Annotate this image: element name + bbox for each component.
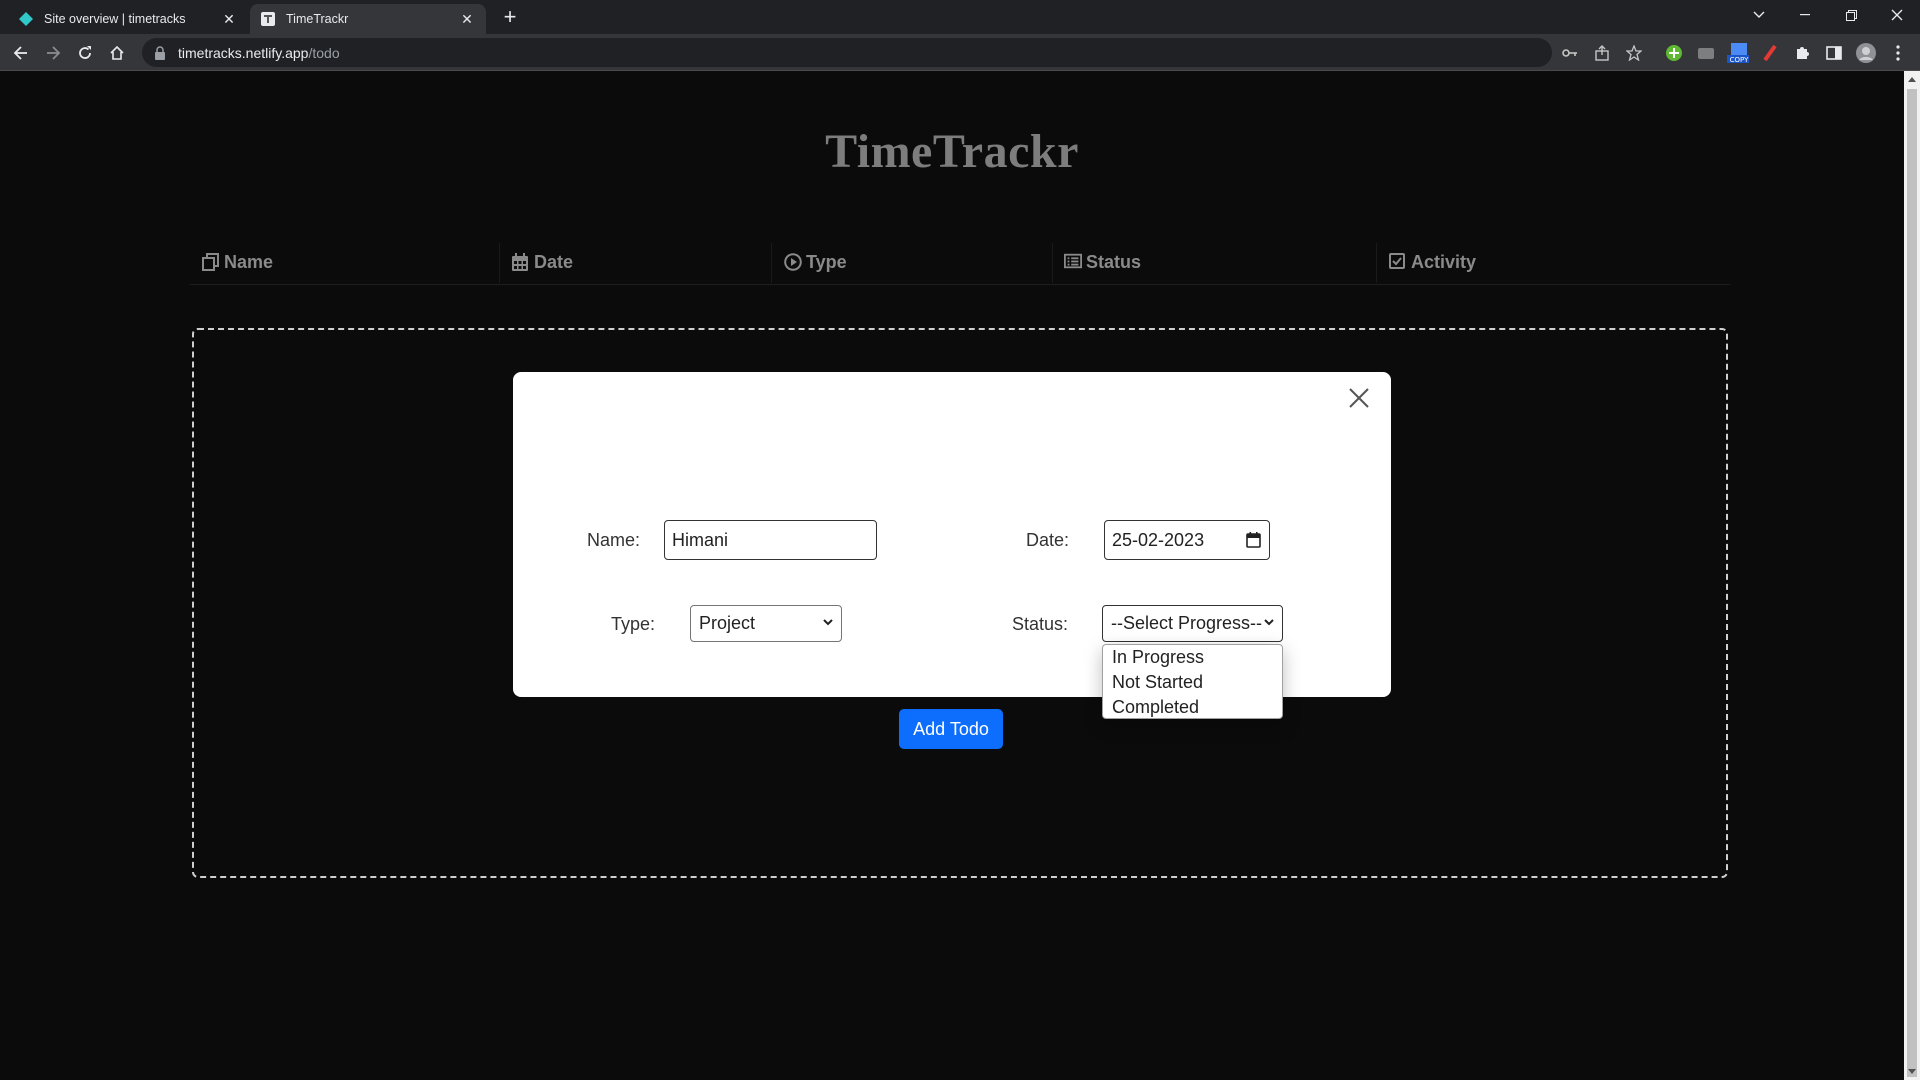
date-value: 25-02-2023 — [1112, 529, 1205, 550]
close-icon[interactable]: ✕ — [220, 10, 238, 28]
calendar-picker-icon[interactable] — [1246, 532, 1262, 548]
page-favicon-icon — [260, 11, 276, 27]
calendar-icon — [512, 253, 530, 271]
page-title: TimeTrackr — [825, 125, 1079, 178]
status-options-list: In Progress Not Started Completed — [1102, 644, 1283, 719]
tab-title: Site overview | timetracks — [44, 12, 186, 26]
column-divider — [499, 243, 500, 283]
new-tab-button[interactable]: + — [498, 6, 522, 30]
browser-menu-icon[interactable] — [1887, 42, 1909, 64]
column-header-name: Name — [202, 239, 273, 285]
url-path: /todo — [308, 44, 340, 61]
tab-search-icon[interactable] — [1736, 0, 1782, 30]
type-selected-value: Project — [699, 613, 756, 633]
add-todo-button[interactable]: Add Todo — [899, 709, 1003, 749]
status-selected-value: --Select Progress-- — [1111, 613, 1263, 633]
extension-green-icon[interactable] — [1663, 42, 1685, 64]
column-label: Date — [534, 251, 574, 272]
type-label: Type: — [611, 614, 656, 634]
status-label: Status: — [1012, 614, 1069, 634]
side-panel-icon[interactable] — [1823, 42, 1845, 64]
date-label: Date: — [1026, 530, 1070, 550]
play-circle-icon — [784, 253, 802, 271]
column-label: Status — [1086, 251, 1142, 272]
column-header-activity: Activity — [1389, 239, 1476, 285]
scroll-up-arrow-icon[interactable] — [1908, 77, 1916, 82]
back-button[interactable] — [7, 39, 35, 67]
column-header-type: Type — [784, 239, 847, 285]
minimize-button[interactable] — [1782, 0, 1828, 30]
browser-toolbar: timetracks.netlify.app/todo — [0, 34, 1920, 71]
column-label: Name — [224, 251, 274, 272]
profile-avatar[interactable] — [1855, 42, 1877, 64]
forward-button[interactable] — [39, 39, 67, 67]
status-option[interactable]: In Progress — [1103, 645, 1282, 670]
list-icon — [1064, 253, 1082, 271]
status-option[interactable]: Completed — [1103, 695, 1282, 720]
tab-timetrackr[interactable]: TimeTrackr ✕ — [250, 4, 486, 34]
column-divider — [1052, 243, 1053, 283]
column-divider — [771, 243, 772, 283]
column-divider — [1376, 243, 1377, 283]
column-header-status: Status — [1064, 239, 1141, 285]
column-label: Type — [806, 251, 847, 272]
address-bar[interactable]: timetracks.netlify.app/todo — [142, 38, 1552, 67]
netlify-icon — [18, 11, 34, 27]
bookmark-star-icon[interactable] — [1624, 43, 1644, 63]
lock-icon — [154, 45, 168, 60]
check-square-icon — [1389, 253, 1407, 271]
url-host: timetracks.netlify.app — [178, 44, 309, 61]
column-label: Activity — [1411, 251, 1477, 272]
reload-button[interactable] — [71, 39, 99, 67]
home-button[interactable] — [103, 39, 131, 67]
page-scrollbar[interactable] — [1904, 71, 1920, 1080]
chevron-down-icon — [1264, 618, 1274, 629]
close-icon[interactable] — [1345, 384, 1373, 412]
tab-title: TimeTrackr — [286, 12, 349, 26]
svg-text:COPY: COPY — [1730, 56, 1749, 64]
extension-red-pen-icon[interactable] — [1759, 42, 1781, 64]
name-field[interactable]: Himani — [664, 520, 877, 560]
extensions-puzzle-icon[interactable] — [1791, 42, 1813, 64]
date-field[interactable]: 25-02-2023 — [1104, 520, 1270, 560]
type-select[interactable]: Project — [690, 605, 842, 642]
share-icon[interactable] — [1592, 43, 1612, 63]
chevron-down-icon — [823, 618, 833, 629]
close-icon[interactable]: ✕ — [458, 10, 476, 28]
tab-site-overview[interactable]: Site overview | timetracks ✕ — [8, 4, 248, 34]
column-header-date: Date — [512, 239, 573, 285]
key-icon[interactable] — [1560, 43, 1580, 63]
scrollbar-thumb[interactable] — [1907, 89, 1917, 1077]
extension-copy-icon[interactable]: COPY — [1727, 42, 1749, 64]
status-select[interactable]: --Select Progress-- — [1102, 605, 1283, 642]
table-header: Name Date Type Status Activity — [190, 239, 1730, 285]
extension-folder-icon[interactable] — [1695, 42, 1717, 64]
window-close-button[interactable] — [1874, 0, 1920, 30]
scroll-down-arrow-icon[interactable] — [1908, 1069, 1916, 1074]
browser-tab-strip: Site overview | timetracks ✕ TimeTrackr … — [0, 0, 1920, 34]
name-label: Name: — [587, 530, 641, 550]
restore-button[interactable] — [1828, 0, 1874, 30]
copy-icon — [202, 253, 220, 271]
status-option[interactable]: Not Started — [1103, 670, 1282, 695]
